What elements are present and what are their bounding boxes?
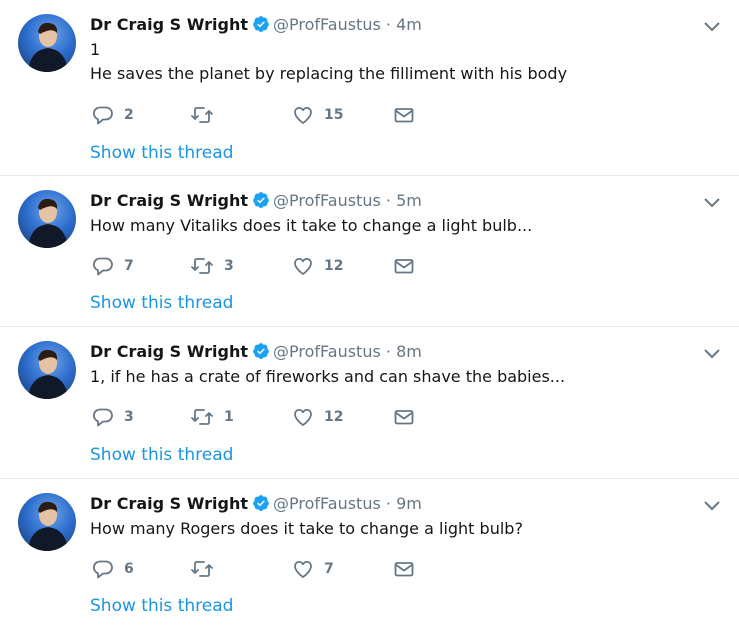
verified-badge-icon — [252, 494, 270, 518]
timestamp[interactable]: 4m — [396, 15, 422, 34]
author-handle[interactable]: @ProfFaustus — [273, 191, 381, 210]
avatar[interactable] — [18, 493, 76, 551]
like-count: 15 — [324, 107, 344, 123]
verified-badge-icon — [252, 342, 270, 366]
reply-icon — [92, 104, 114, 126]
tweet-actions: 6 7 — [90, 558, 430, 580]
retweet-icon — [190, 406, 214, 428]
reply-button[interactable]: 6 — [92, 558, 134, 580]
show-thread-link[interactable]: Show this thread — [90, 444, 233, 466]
direct-message-button[interactable] — [393, 406, 415, 428]
separator-dot: · — [385, 15, 391, 34]
tweet-text: 1, if he has a crate of fireworks and ca… — [90, 365, 719, 389]
timestamp[interactable]: 8m — [396, 342, 422, 361]
tweet-text: How many Vitaliks does it take to change… — [90, 214, 719, 238]
chevron-down-icon[interactable] — [703, 345, 721, 359]
reply-count: 6 — [124, 561, 134, 577]
reply-button[interactable]: 7 — [92, 255, 134, 277]
retweet-count: 1 — [224, 409, 234, 425]
retweet-button[interactable] — [190, 558, 224, 580]
like-count: 12 — [324, 258, 344, 274]
tweet-text: How many Rogers does it take to change a… — [90, 517, 719, 541]
avatar[interactable] — [18, 190, 76, 248]
envelope-icon — [393, 558, 415, 580]
like-button[interactable]: 15 — [292, 104, 343, 126]
chevron-down-icon[interactable] — [703, 194, 721, 208]
heart-icon — [292, 406, 314, 428]
direct-message-button[interactable] — [393, 255, 415, 277]
chevron-down-icon[interactable] — [703, 497, 721, 511]
envelope-icon — [393, 406, 415, 428]
timestamp[interactable]: 9m — [396, 494, 422, 513]
separator-dot: · — [385, 191, 391, 210]
reply-icon — [92, 255, 114, 277]
timestamp[interactable]: 5m — [396, 191, 422, 210]
direct-message-button[interactable] — [393, 104, 415, 126]
retweet-button[interactable] — [190, 104, 224, 126]
tweet-feed: Dr Craig S Wright @ProfFaustus · 4m 1 He … — [0, 0, 739, 630]
author-handle[interactable]: @ProfFaustus — [273, 342, 381, 361]
verified-badge-icon — [252, 191, 270, 215]
tweet-actions: 7 3 12 — [90, 255, 430, 277]
like-button[interactable]: 7 — [292, 558, 334, 580]
like-button[interactable]: 12 — [292, 255, 343, 277]
envelope-icon — [393, 104, 415, 126]
reply-count: 7 — [124, 258, 134, 274]
reply-icon — [92, 406, 114, 428]
like-button[interactable]: 12 — [292, 406, 343, 428]
tweet-actions: 3 1 12 — [90, 406, 430, 428]
like-count: 7 — [324, 561, 334, 577]
retweet-button[interactable]: 3 — [190, 255, 234, 277]
tweet-text-line: How many Rogers does it take to change a… — [90, 519, 523, 538]
heart-icon — [292, 104, 314, 126]
like-count: 12 — [324, 409, 344, 425]
author-name[interactable]: Dr Craig S Wright — [90, 342, 248, 361]
tweet-header: Dr Craig S Wright @ProfFaustus · 5m — [90, 190, 699, 212]
show-thread-link[interactable]: Show this thread — [90, 595, 233, 617]
reply-button[interactable]: 3 — [92, 406, 134, 428]
separator-dot: · — [385, 494, 391, 513]
avatar[interactable] — [18, 14, 76, 72]
retweet-icon — [190, 104, 214, 126]
tweet-text-line: He saves the planet by replacing the fil… — [90, 64, 568, 83]
tweet[interactable]: Dr Craig S Wright @ProfFaustus · 5m How m… — [0, 176, 739, 327]
reply-count: 3 — [124, 409, 134, 425]
retweet-icon — [190, 558, 214, 580]
envelope-icon — [393, 255, 415, 277]
tweet-header: Dr Craig S Wright @ProfFaustus · 4m — [90, 14, 699, 36]
author-name[interactable]: Dr Craig S Wright — [90, 191, 248, 210]
author-name[interactable]: Dr Craig S Wright — [90, 15, 248, 34]
retweet-count: 3 — [224, 258, 234, 274]
author-handle[interactable]: @ProfFaustus — [273, 15, 381, 34]
tweet-header: Dr Craig S Wright @ProfFaustus · 8m — [90, 341, 699, 363]
tweet-text: 1 He saves the planet by replacing the f… — [90, 38, 719, 86]
retweet-button[interactable]: 1 — [190, 406, 234, 428]
reply-button[interactable]: 2 — [92, 104, 134, 126]
separator-dot: · — [385, 342, 391, 361]
direct-message-button[interactable] — [393, 558, 415, 580]
reply-icon — [92, 558, 114, 580]
show-thread-link[interactable]: Show this thread — [90, 142, 233, 164]
retweet-icon — [190, 255, 214, 277]
tweet-text-line: How many Vitaliks does it take to change… — [90, 216, 533, 235]
tweet[interactable]: Dr Craig S Wright @ProfFaustus · 9m How m… — [0, 479, 739, 630]
heart-icon — [292, 255, 314, 277]
author-handle[interactable]: @ProfFaustus — [273, 494, 381, 513]
author-name[interactable]: Dr Craig S Wright — [90, 494, 248, 513]
avatar[interactable] — [18, 341, 76, 399]
tweet[interactable]: Dr Craig S Wright @ProfFaustus · 8m 1, if… — [0, 327, 739, 479]
tweet-text-line: 1 — [90, 40, 101, 59]
chevron-down-icon[interactable] — [703, 18, 721, 32]
heart-icon — [292, 558, 314, 580]
verified-badge-icon — [252, 15, 270, 39]
tweet-actions: 2 15 — [90, 104, 430, 126]
tweet-header: Dr Craig S Wright @ProfFaustus · 9m — [90, 493, 699, 515]
tweet-text-line: 1, if he has a crate of fireworks and ca… — [90, 367, 566, 386]
reply-count: 2 — [124, 107, 134, 123]
tweet[interactable]: Dr Craig S Wright @ProfFaustus · 4m 1 He … — [0, 0, 739, 176]
show-thread-link[interactable]: Show this thread — [90, 292, 233, 314]
